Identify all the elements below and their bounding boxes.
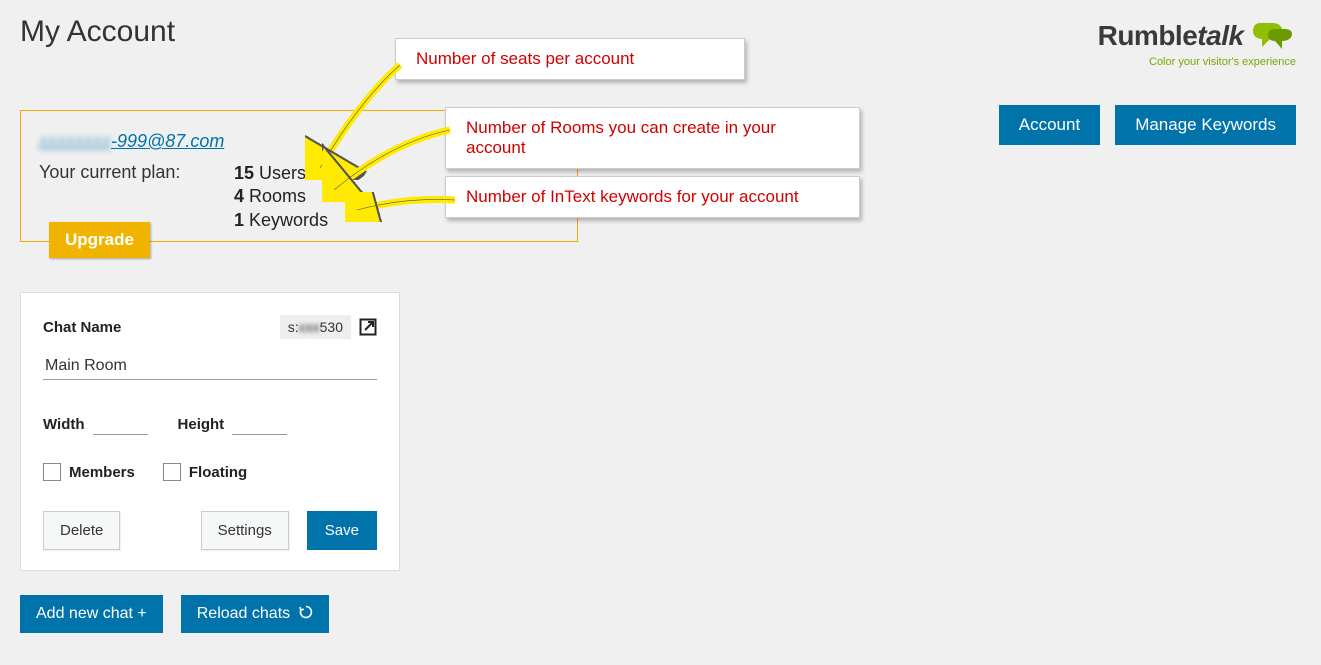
plan-keywords-count: 1 <box>234 210 244 230</box>
plan-rooms-count: 4 <box>234 186 244 206</box>
width-input[interactable] <box>93 414 148 435</box>
chat-name-input[interactable] <box>43 351 377 380</box>
save-button[interactable]: Save <box>307 511 377 550</box>
members-checkbox[interactable] <box>43 463 61 481</box>
annotation-keywords: Number of InText keywords for your accou… <box>445 176 860 218</box>
account-button[interactable]: Account <box>999 105 1100 145</box>
brand-main: Rumble <box>1098 20 1198 51</box>
reload-icon <box>299 605 313 623</box>
brand-logo: Rumbletalk Color your visitor's experien… <box>1098 20 1296 68</box>
current-plan-label: Your current plan: <box>39 162 234 183</box>
plan-keywords-line: 1 Keywords <box>234 209 328 232</box>
brand-sub: talk <box>1197 20 1243 51</box>
add-new-chat-button[interactable]: Add new chat + <box>20 595 163 633</box>
chat-id-suffix: 530 <box>320 319 343 335</box>
reload-chats-button[interactable]: Reload chats <box>181 595 329 633</box>
bottom-actions: Add new chat + Reload chats <box>20 595 329 633</box>
height-input[interactable] <box>232 414 287 435</box>
chat-id-prefix: s: <box>288 319 299 335</box>
plan-rooms-label: Rooms <box>249 186 306 206</box>
plan-users-line: 15 Users <box>234 162 328 185</box>
plan-keywords-label: Keywords <box>249 210 328 230</box>
height-label: Height <box>178 416 225 433</box>
settings-button[interactable]: Settings <box>201 511 289 550</box>
account-email-link[interactable]: xxxxxxxx-999@87.com <box>39 131 224 151</box>
chat-bubble-icon <box>1252 21 1296 60</box>
chat-id-badge: s:xxx530 <box>280 315 351 339</box>
width-label: Width <box>43 416 85 433</box>
open-external-icon[interactable] <box>359 318 377 336</box>
plan-users-label: Users <box>259 163 306 183</box>
brand-name: Rumbletalk <box>1098 20 1244 51</box>
floating-checkbox[interactable] <box>163 463 181 481</box>
reload-chats-label: Reload chats <box>197 605 290 622</box>
members-label: Members <box>69 464 135 481</box>
floating-label: Floating <box>189 464 247 481</box>
plan-users-count: 15 <box>234 163 254 183</box>
top-nav-buttons: Account Manage Keywords <box>999 105 1296 145</box>
chat-name-label: Chat Name <box>43 319 121 336</box>
chat-settings-card: Chat Name s:xxx530 Width Height M <box>20 292 400 571</box>
manage-keywords-button[interactable]: Manage Keywords <box>1115 105 1296 145</box>
email-hidden-part: xxxxxxxx <box>39 131 111 151</box>
page-title: My Account <box>20 15 175 49</box>
annotation-seats: Number of seats per account <box>395 38 745 80</box>
plan-stats: 15 Users 4 Rooms 1 Keywords <box>234 162 328 232</box>
chat-id-hidden: xxx <box>299 319 320 335</box>
delete-button[interactable]: Delete <box>43 511 120 550</box>
upgrade-button[interactable]: Upgrade <box>49 222 150 258</box>
email-visible-part: -999@87.com <box>111 131 224 151</box>
plan-rooms-line: 4 Rooms <box>234 185 328 208</box>
annotation-rooms: Number of Rooms you can create in your a… <box>445 107 860 169</box>
